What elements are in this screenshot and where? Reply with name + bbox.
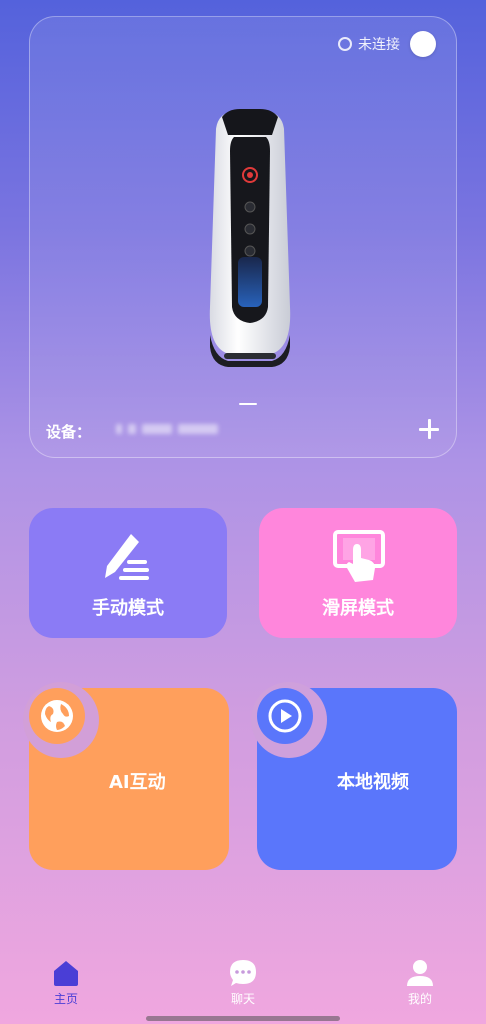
badge-notch: [23, 682, 99, 758]
pen-edit-icon: [105, 534, 149, 580]
add-device-button[interactable]: [416, 416, 442, 442]
nav-label-home: 主页: [53, 992, 78, 1006]
home-icon: [54, 961, 78, 986]
video-badge: [257, 688, 313, 744]
connection-status[interactable]: 未连接: [338, 31, 436, 57]
ai-interaction-label: AI互动: [109, 772, 166, 793]
globe-icon: [41, 700, 73, 732]
local-video-label: 本地视频: [337, 772, 409, 793]
connection-status-label: 未连接: [358, 37, 400, 53]
badge-notch: [251, 682, 327, 758]
play-circle-icon: [268, 699, 302, 733]
connection-toggle[interactable]: [410, 31, 436, 57]
decrease-button[interactable]: [234, 395, 262, 413]
local-video-tile[interactable]: 本地视频: [251, 682, 457, 870]
device-image: [209, 109, 291, 367]
nav-item-me[interactable]: 我的: [390, 958, 450, 1007]
device-card: 未连接 设备：: [29, 16, 457, 458]
device-name-blurred: [116, 424, 218, 434]
ai-badge: [29, 688, 85, 744]
device-label: 设备：: [46, 423, 92, 441]
status-ring-icon: [338, 37, 352, 51]
manual-mode-label: 手动模式: [92, 598, 164, 619]
nav-label-chat: 聊天: [230, 992, 255, 1006]
touch-screen-icon: [333, 530, 385, 582]
nav-item-chat[interactable]: 聊天: [213, 958, 273, 1007]
home-indicator: [146, 1016, 340, 1021]
nav-item-home[interactable]: 主页: [36, 958, 96, 1007]
slide-mode-label: 滑屏模式: [322, 598, 394, 619]
ai-interaction-tile[interactable]: AI互动: [23, 682, 229, 870]
chat-icon: [230, 960, 256, 986]
slide-mode-tile[interactable]: 滑屏模式: [259, 508, 457, 638]
user-icon: [407, 960, 433, 986]
nav-label-me: 我的: [407, 992, 432, 1006]
manual-mode-tile[interactable]: 手动模式: [29, 508, 227, 638]
